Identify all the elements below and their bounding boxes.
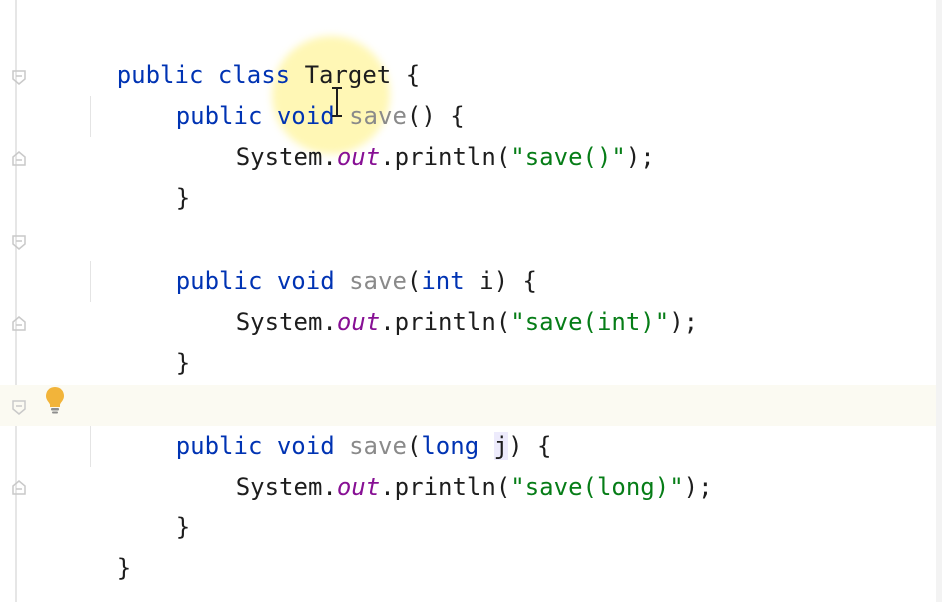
code-line-3[interactable]: System.out.println("save()"); [0,96,942,171]
code-line-12[interactable]: } [0,466,942,541]
code-line-11[interactable]: System.out.println("save(long)"); [0,426,942,501]
fold-arrow-icon[interactable] [10,398,28,416]
close-brace: } [175,349,191,377]
intention-bulb-icon[interactable] [44,385,66,415]
code-line-1[interactable]: public class Target { [0,14,942,89]
code-line-10[interactable]: public void save(long j) { [0,385,942,460]
editor-right-edge [936,0,942,602]
code-line-7[interactable]: System.out.println("save(int)"); [0,261,942,336]
code-line-2[interactable]: public void save() { [0,55,942,130]
code-line-8[interactable]: } [0,302,942,377]
code-line-4[interactable]: } [0,137,942,212]
text-cursor-icon [332,87,342,117]
code-editor[interactable]: public class Target { public void save()… [0,0,942,602]
code-line-6[interactable]: public void save(int i) { [0,220,942,295]
close-brace: } [116,554,132,582]
close-brace: } [175,184,191,212]
code-line-13[interactable]: } [0,507,942,582]
